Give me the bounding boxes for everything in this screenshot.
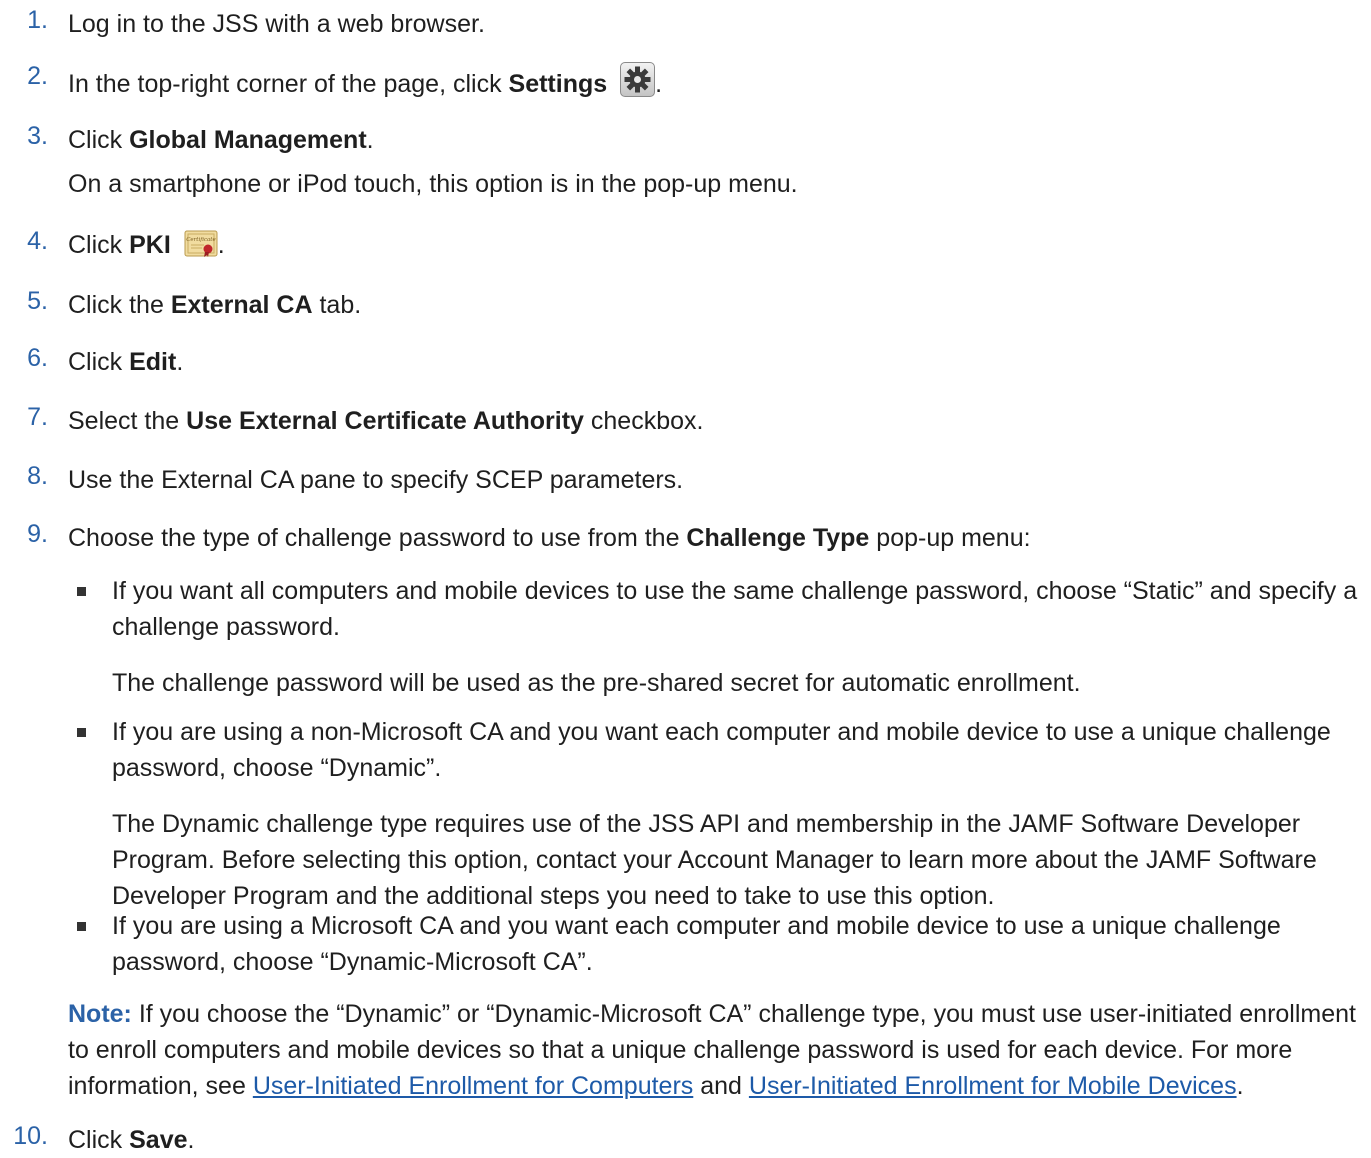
link-user-initiated-enrollment-mobile-devices[interactable]: User-Initiated Enrollment for Mobile Dev… <box>749 1072 1237 1100</box>
bullet-note: The challenge password will be used as t… <box>112 669 1081 697</box>
save-label: Save <box>129 1126 188 1154</box>
step-number: 1. <box>27 6 48 34</box>
bullet-icon <box>77 728 86 737</box>
gear-icon <box>620 62 656 97</box>
edit-label: Edit <box>129 348 177 376</box>
step-text: In the top-right corner of the page, cli… <box>68 62 1361 102</box>
pki-label: PKI <box>129 231 171 259</box>
step-number: 9. <box>27 520 48 548</box>
step-number: 5. <box>27 287 48 315</box>
step-text: Select the Use External Certificate Auth… <box>68 407 704 435</box>
step-text: Use the External CA pane to specify SCEP… <box>68 466 684 494</box>
step-number: 8. <box>27 462 48 490</box>
step-text: Click the External CA tab. <box>68 291 362 319</box>
bullet-text: If you are using a Microsoft CA and you … <box>112 912 1281 976</box>
bullet-note: The Dynamic challenge type requires use … <box>112 810 1317 910</box>
step-text: Click Save. <box>68 1126 195 1154</box>
step-number: 3. <box>27 122 48 150</box>
settings-label: Settings <box>508 70 608 98</box>
challenge-type-label: Challenge Type <box>686 524 870 552</box>
note-block: Note: If you choose the “Dynamic” or “Dy… <box>68 1000 1356 1100</box>
step-number: 4. <box>27 227 48 255</box>
certificate-label: Certificate <box>186 237 216 243</box>
step-text: Click Edit. <box>68 348 184 376</box>
step-number: 2. <box>27 62 48 90</box>
global-management-label: Global Management <box>129 126 367 154</box>
bullet-text: If you want all computers and mobile dev… <box>112 577 1358 641</box>
certificate-icon: Certificate <box>184 230 218 258</box>
step-text: Click Global Management. <box>68 126 374 154</box>
step-number: 7. <box>27 403 48 431</box>
step-number: 6. <box>27 344 48 372</box>
step-text: Choose the type of challenge password to… <box>68 524 1031 552</box>
external-ca-label: External CA <box>170 291 313 319</box>
note-label: Note: <box>68 1000 132 1028</box>
step-text: Log in to the JSS with a web browser. <box>68 10 485 38</box>
step-text: Click PKI Certificate . <box>68 230 225 259</box>
use-external-ca-label: Use External Certificate Authority <box>186 407 584 435</box>
step-number: 10. <box>13 1122 48 1150</box>
link-user-initiated-enrollment-computers[interactable]: User-Initiated Enrollment for Computers <box>253 1072 693 1100</box>
step-note: On a smartphone or iPod touch, this opti… <box>68 170 798 198</box>
bullet-icon <box>77 922 86 931</box>
bullet-icon <box>77 587 86 596</box>
bullet-text: If you are using a non-Microsoft CA and … <box>112 718 1331 782</box>
